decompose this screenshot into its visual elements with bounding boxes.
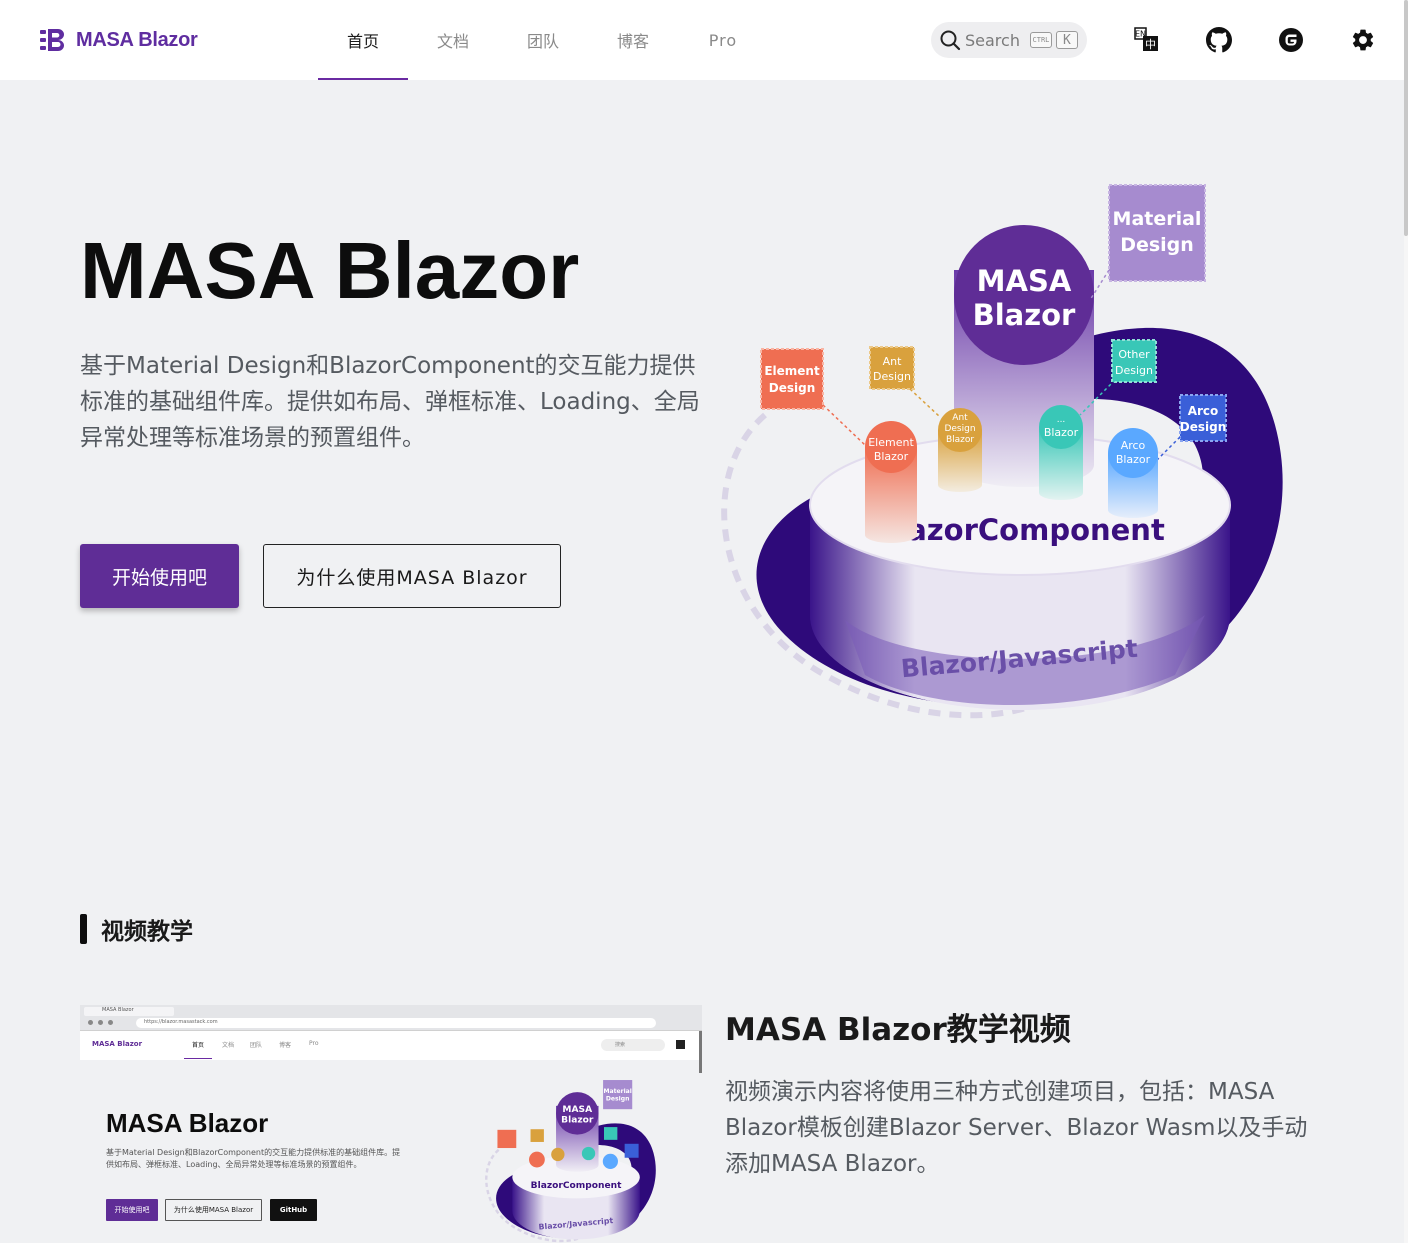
- video-thumbnail[interactable]: MASA Blazor https://blazor.masastack.com…: [80, 1005, 702, 1243]
- thumb-nav-blog: 博客: [279, 1042, 292, 1049]
- svg-text:Blazor: Blazor: [874, 450, 909, 463]
- svg-text:中: 中: [1145, 38, 1156, 51]
- svg-text:Arco: Arco: [1188, 404, 1219, 418]
- thumb-illustration: BlazorComponent MASA Blazor Material Des…: [485, 1080, 656, 1243]
- tab-team[interactable]: 团队: [498, 0, 588, 80]
- svg-text:Element: Element: [764, 364, 820, 378]
- svg-text:Arco: Arco: [1121, 439, 1146, 452]
- settings-gear-icon[interactable]: [1350, 27, 1376, 53]
- video-title: MASA Blazor教学视频: [725, 1012, 1071, 1048]
- svg-text:Material: Material: [1113, 208, 1202, 230]
- svg-text:Element: Element: [868, 436, 914, 449]
- thumb-logo: MASA Blazor: [92, 1040, 143, 1048]
- tab-pro[interactable]: Pro: [678, 0, 768, 80]
- app-header: MASA Blazor 首页 文档 团队 博客 Pro Search CTRL …: [0, 0, 1404, 80]
- svg-text:Material: Material: [603, 1088, 631, 1095]
- search-label: Search: [965, 30, 1020, 50]
- thumb-browser-chrome: MASA Blazor https://blazor.masastack.com: [80, 1005, 702, 1031]
- svg-text:Design: Design: [1115, 364, 1153, 377]
- thumb-why-masa: 为什么使用MASA Blazor: [165, 1199, 262, 1221]
- thumb-header: MASA Blazor 首页 文档 团队 博客 Pro 搜索: [80, 1031, 702, 1060]
- why-masa-button[interactable]: 为什么使用MASA Blazor: [263, 544, 561, 608]
- thumb-tab-title: MASA Blazor: [102, 1007, 134, 1013]
- translate-icon[interactable]: EN 中: [1134, 27, 1160, 53]
- section-title: 视频教学: [101, 919, 193, 945]
- thumb-get-started: 开始使用吧: [106, 1199, 158, 1221]
- svg-text:Other: Other: [1118, 348, 1150, 361]
- thumb-url: https://blazor.masastack.com: [144, 1019, 218, 1025]
- get-started-button[interactable]: 开始使用吧: [80, 544, 239, 608]
- thumb-nav-home: 首页: [192, 1042, 205, 1049]
- thumb-scrollbar: [699, 1031, 702, 1073]
- gitee-icon[interactable]: [1278, 27, 1304, 53]
- svg-text:Design: Design: [944, 424, 975, 434]
- svg-text:Design: Design: [1120, 234, 1194, 256]
- svg-text:...: ...: [1057, 415, 1066, 425]
- svg-text:Design: Design: [769, 381, 816, 395]
- svg-text:Ant: Ant: [883, 355, 902, 368]
- svg-text:Ant: Ant: [952, 413, 968, 423]
- logo-text: MASA Blazor: [76, 28, 198, 51]
- tab-docs[interactable]: 文档: [408, 0, 498, 80]
- thumb-github: GitHub: [270, 1199, 317, 1221]
- masa-logo-icon: [40, 29, 64, 51]
- hero-title: MASA Blazor: [80, 226, 580, 315]
- svg-text:Blazor: Blazor: [1044, 426, 1079, 439]
- page-scrollbar[interactable]: [1404, 0, 1408, 1243]
- k-key-hint: K: [1055, 31, 1078, 49]
- main-nav: 首页 文档 团队 博客 Pro: [318, 0, 768, 80]
- thumb-hero-description: 基于Material Design和BlazorComponent的交互能力提供…: [106, 1148, 401, 1169]
- svg-text:BlazorComponent: BlazorComponent: [531, 1181, 622, 1191]
- blazorcomponent-label: BlazorComponent: [875, 513, 1165, 547]
- svg-text:MASA: MASA: [562, 1105, 592, 1115]
- search-icon: [940, 30, 961, 51]
- svg-text:Blazor: Blazor: [1116, 453, 1151, 466]
- thumb-search: 搜索: [615, 1042, 626, 1048]
- video-description: 视频演示内容将使用三种方式创建项目，包括：MASA Blazor模板创建Blaz…: [725, 1079, 1308, 1177]
- svg-text:Blazor: Blazor: [561, 1116, 594, 1126]
- svg-text:Blazor: Blazor: [946, 435, 974, 445]
- thumb-hero-title: MASA Blazor: [106, 1108, 269, 1138]
- core-label-line1: MASA: [977, 264, 1072, 298]
- thumb-nav-pro: Pro: [309, 1040, 319, 1047]
- core-label-line2: Blazor: [973, 298, 1076, 332]
- ctrl-key-hint: CTRL: [1029, 32, 1052, 48]
- tab-blog[interactable]: 博客: [588, 0, 678, 80]
- github-icon[interactable]: [1206, 27, 1232, 53]
- hero-illustration: BlazorComponent Blazor/Javascript MASA B…: [721, 184, 1283, 719]
- video-section-heading: 视频教学: [80, 912, 193, 946]
- hero-description: 基于Material Design和BlazorComponent的交互能力提供…: [80, 353, 700, 451]
- svg-text:Design: Design: [1180, 420, 1227, 434]
- heading-accent-bar: [80, 914, 87, 944]
- thumb-nav-team: 团队: [250, 1042, 263, 1049]
- search-button[interactable]: Search CTRL K: [931, 22, 1087, 58]
- thumb-nav-docs: 文档: [222, 1042, 235, 1049]
- svg-text:Design: Design: [873, 370, 911, 383]
- scrollbar-thumb[interactable]: [1404, 0, 1408, 236]
- logo[interactable]: MASA Blazor: [40, 28, 198, 52]
- tab-home[interactable]: 首页: [318, 0, 408, 80]
- svg-text:Design: Design: [606, 1096, 630, 1103]
